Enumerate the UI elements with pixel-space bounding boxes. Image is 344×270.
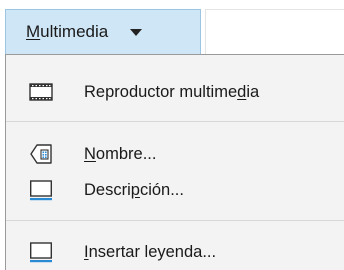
menu-item-description-label: Descripción... [84,180,184,199]
screen: Multimedia Reproductor multimedia Nombre… [0,0,344,270]
menu-item-name-label: Nombre... [84,144,157,163]
multimedia-menu-button[interactable]: Multimedia [5,9,201,54]
toolbar-divider [205,9,344,10]
menu-item-name[interactable]: Nombre... [6,136,344,172]
chevron-down-icon [130,28,143,36]
menu-item-insert-caption[interactable]: Insertar leyenda... [6,234,344,270]
media-player-icon [29,83,53,101]
menu-separator [6,121,344,122]
menu-item-description[interactable]: Descripción... [6,172,344,208]
menu-item-insert-caption-label: Insertar leyenda... [84,242,217,261]
name-tag-icon [30,144,52,164]
multimedia-dropdown-menu: Reproductor multimedia Nombre... Descrip… [5,54,344,270]
toolbar-divider-vertical [205,9,206,54]
caption-icon [30,242,53,263]
multimedia-menu-label: Multimedia [26,22,109,41]
description-icon [30,180,53,201]
menu-separator [6,220,344,221]
menu-item-media-player-label: Reproductor multimedia [84,82,260,101]
menu-item-media-player[interactable]: Reproductor multimedia [6,74,344,110]
